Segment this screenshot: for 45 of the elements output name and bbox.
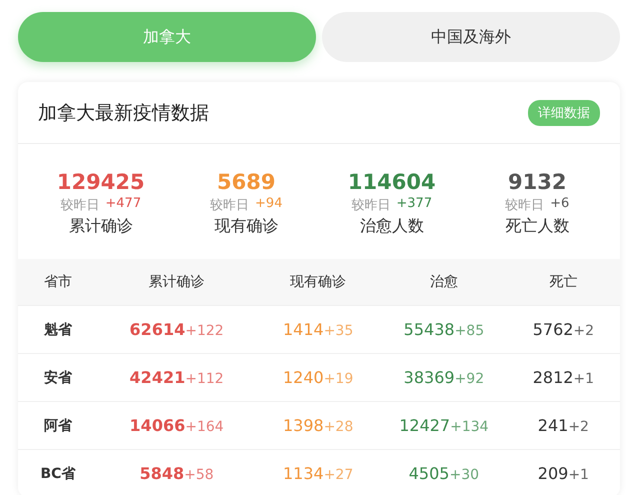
table-cell: 14066+164 — [130, 416, 224, 435]
compare-label: 较昨日 — [505, 197, 544, 214]
stat-value: 129425 — [56, 170, 145, 194]
stat-value: 114604 — [348, 170, 436, 194]
table-cell: 5762+2 — [532, 320, 594, 339]
stat-delta: +94 — [255, 196, 282, 213]
detail-button[interactable]: 详细数据 — [528, 100, 600, 126]
tab[interactable]: 加拿大 — [18, 12, 316, 62]
table-cell: 38369+92 — [404, 368, 484, 387]
stat-value: 9132 — [508, 170, 566, 194]
table-cell: 1240+19 — [282, 368, 354, 387]
compare-label: 较昨日 — [210, 197, 250, 214]
stat-label: 累计确诊 — [68, 216, 133, 237]
table-cell: 12427+134 — [399, 416, 489, 435]
stat-delta: +6 — [550, 196, 570, 213]
compare-label: 较昨日 — [351, 197, 390, 214]
stat-label: 治愈人数 — [360, 216, 424, 237]
table-cell: 42421+112 — [130, 368, 224, 387]
stat-value: 5689 — [217, 170, 276, 194]
province-name: 魁省 — [44, 320, 72, 338]
province-name: BC省 — [40, 464, 76, 482]
column-header: 省市 — [18, 259, 98, 305]
card-title: 加拿大最新疫情数据 — [38, 100, 209, 126]
table-cell: 1414+35 — [282, 320, 354, 339]
table-cell: 55438+85 — [404, 320, 484, 339]
column-header: 死亡 — [506, 259, 620, 305]
column-header: 累计确诊 — [98, 259, 256, 305]
table-cell: 1134+27 — [282, 464, 354, 483]
stat-delta: +377 — [396, 196, 432, 213]
stat-label: 死亡人数 — [505, 216, 570, 237]
table-cell: 209+1 — [538, 464, 589, 483]
table-cell: 4505+30 — [408, 464, 480, 483]
stat-delta: +477 — [105, 196, 142, 213]
table-cell: 1398+28 — [282, 416, 354, 435]
table-cell: 241+2 — [538, 416, 589, 435]
tab[interactable]: 中国及海外 — [322, 12, 620, 62]
table-cell: 5848+58 — [140, 464, 214, 483]
stat-label: 现有确诊 — [214, 216, 278, 237]
table-cell: 62614+122 — [130, 320, 224, 339]
compare-label: 较昨日 — [60, 197, 100, 214]
province-name: 安省 — [44, 368, 72, 386]
column-header: 治愈 — [381, 259, 507, 305]
province-name: 阿省 — [44, 416, 72, 434]
column-header: 现有确诊 — [255, 259, 381, 305]
table-cell: 2812+1 — [532, 368, 594, 387]
